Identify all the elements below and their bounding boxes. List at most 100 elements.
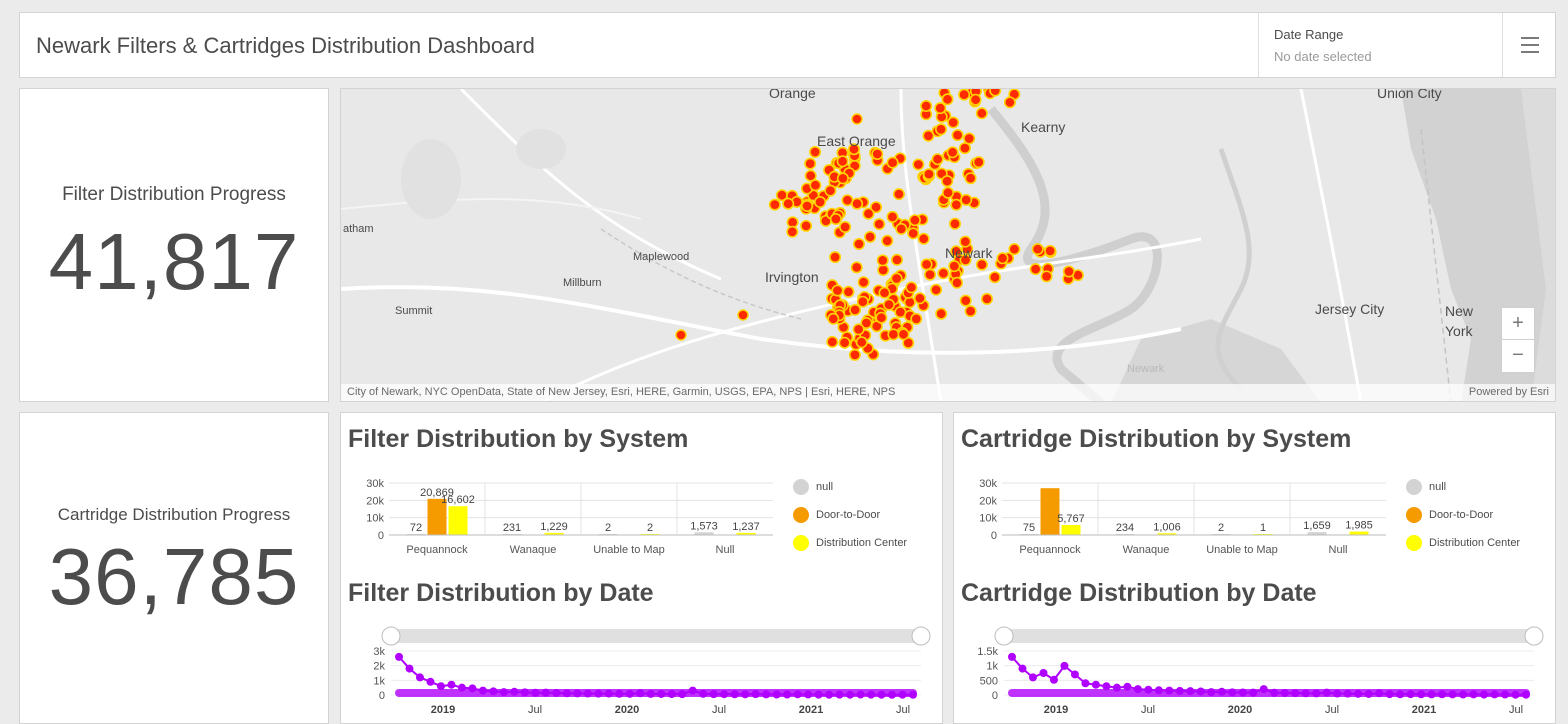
map-label-new: New: [1445, 303, 1474, 319]
distribution-point: [907, 227, 920, 240]
distribution-point: [768, 198, 781, 211]
indicator-title: Filter Distribution Progress: [62, 184, 286, 205]
filter-date-line-chart[interactable]: 3k 2k 1k 0 2019 Jul 2020 Jul 2021 Jul: [341, 413, 941, 723]
distribution-point: [950, 276, 963, 289]
distribution-point: [804, 157, 817, 170]
cartridge-progress-indicator: Cartridge Distribution Progress 36,785: [19, 412, 329, 724]
distribution-point: [852, 238, 865, 251]
date-range-selector[interactable]: Date Range No date selected: [1258, 13, 1503, 77]
distribution-point: [881, 234, 894, 247]
distribution-point: [941, 186, 954, 199]
dense-point-band: [395, 689, 917, 697]
distribution-point: [873, 218, 886, 231]
distribution-point: [886, 156, 899, 169]
indicator-value: 41,817: [48, 217, 300, 306]
distribution-point: [1008, 243, 1021, 256]
distribution-map[interactable]: Orange East Orange Kearny Union City ath…: [340, 88, 1556, 402]
distribution-point: [890, 253, 903, 266]
distribution-point: [886, 210, 899, 223]
cartridge-date-line-chart[interactable]: 1.5k 1k 500 0 2019 Jul 2020 Jul 2021 Jul: [954, 413, 1554, 723]
x-tick-label: Jul: [1141, 704, 1155, 716]
hamburger-menu-icon[interactable]: [1502, 13, 1557, 77]
distribution-point: [826, 335, 839, 348]
data-point: [1091, 680, 1100, 689]
distribution-point: [920, 100, 933, 112]
x-tick-label: Jul: [896, 704, 910, 716]
distribution-point: [920, 258, 933, 271]
map-label-millburn: Millburn: [563, 277, 602, 289]
distribution-point: [941, 93, 954, 106]
distribution-point: [814, 196, 827, 209]
y-tick-label: 1k: [986, 661, 998, 673]
distribution-point: [960, 193, 973, 206]
distribution-point: [801, 200, 814, 213]
data-point: [1039, 669, 1048, 677]
distribution-point: [950, 198, 963, 211]
distribution-point: [1031, 243, 1044, 256]
distribution-point: [947, 116, 960, 129]
x-tick-label: 2019: [431, 704, 455, 716]
dense-point-band: [1008, 689, 1530, 697]
distribution-point: [737, 309, 749, 321]
distribution-point: [910, 312, 923, 325]
distribution-point: [848, 348, 861, 361]
distribution-point: [969, 93, 982, 106]
distribution-point: [922, 168, 935, 181]
map-label-newark-airport: Newark: [1127, 363, 1165, 375]
distribution-point: [964, 172, 977, 185]
distribution-point: [922, 129, 935, 142]
cartridge-charts-panel: Cartridge Distribution by System 30k 20k 1…: [953, 412, 1556, 724]
distribution-point: [972, 156, 985, 169]
data-point: [405, 664, 414, 673]
data-point: [1060, 661, 1069, 670]
data-point: [1070, 670, 1079, 679]
distribution-point: [948, 217, 961, 230]
filter-charts-panel: Filter Distribution by System 30k 20k 10k 0…: [340, 412, 943, 724]
distribution-point: [809, 179, 822, 192]
data-point: [1081, 679, 1090, 688]
data-point: [415, 673, 424, 682]
distribution-point: [836, 155, 849, 168]
distribution-point: [838, 336, 851, 349]
distribution-point: [878, 286, 891, 299]
zoom-in-button[interactable]: +: [1501, 307, 1535, 341]
distribution-point: [855, 336, 868, 349]
x-tick-label: Jul: [1509, 704, 1523, 716]
distribution-point: [988, 271, 1001, 284]
distribution-point: [996, 252, 1009, 265]
distribution-point: [831, 284, 844, 297]
distribution-point: [1029, 263, 1042, 276]
distribution-point: [958, 89, 971, 101]
data-point: [447, 680, 456, 689]
distribution-point: [875, 311, 888, 324]
distribution-point: [989, 89, 1002, 97]
distribution-point: [871, 147, 884, 160]
distribution-point: [946, 146, 959, 159]
data-point: [1008, 652, 1016, 661]
map-label-maplewood: Maplewood: [633, 251, 690, 263]
zoom-out-button[interactable]: −: [1501, 339, 1535, 373]
y-tick-label: 0: [379, 690, 385, 702]
distribution-point: [934, 123, 947, 136]
distribution-point: [935, 307, 948, 320]
range-handle-end: [911, 626, 931, 646]
distribution-point: [980, 292, 993, 305]
distribution-point: [887, 328, 900, 341]
x-tick-label: 2021: [799, 704, 823, 716]
indicator-value: 36,785: [48, 532, 300, 621]
y-tick-label: 2k: [373, 661, 385, 673]
distribution-point: [856, 295, 869, 308]
powered-by-esri[interactable]: Powered by Esri: [1469, 386, 1549, 398]
distribution-point: [941, 175, 954, 188]
date-range-label: Date Range: [1274, 27, 1344, 42]
map-label-east-orange: East Orange: [817, 133, 896, 149]
distribution-point: [829, 213, 842, 226]
distribution-point: [862, 207, 875, 220]
distribution-point: [892, 188, 905, 201]
data-point: [1049, 675, 1058, 684]
distribution-point: [882, 298, 895, 311]
distribution-point: [937, 267, 950, 280]
distribution-point: [857, 276, 870, 289]
date-range-value: No date selected: [1274, 49, 1372, 64]
distribution-point: [923, 268, 936, 281]
